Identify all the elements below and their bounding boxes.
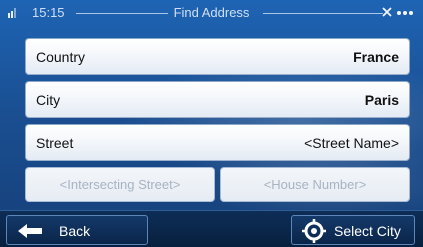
street-label: Street <box>36 135 74 151</box>
country-label: Country <box>36 49 86 65</box>
city-value: Paris <box>364 92 399 108</box>
bottom-toolbar: Back Select City <box>0 210 423 247</box>
intersecting-street-button[interactable]: <Intersecting Street> <box>25 167 215 202</box>
country-value: France <box>353 49 399 65</box>
country-field[interactable]: Country France <box>25 38 410 75</box>
gps-status-icon <box>381 4 415 20</box>
street-field[interactable]: Street <Street Name> <box>25 124 410 161</box>
back-button[interactable]: Back <box>6 215 148 245</box>
select-city-button[interactable]: Select City <box>291 215 415 245</box>
back-label: Back <box>59 223 91 239</box>
status-divider-right <box>263 13 383 14</box>
select-city-label: Select City <box>334 223 401 239</box>
city-label: City <box>36 92 61 108</box>
arrow-left-icon <box>18 224 42 238</box>
house-number-button[interactable]: <House Number> <box>220 167 410 202</box>
city-field[interactable]: City Paris <box>25 81 410 118</box>
status-bar: 15:15 Find Address <box>0 0 423 26</box>
street-value: <Street Name> <box>304 135 399 151</box>
crosshair-target-icon <box>302 219 326 243</box>
